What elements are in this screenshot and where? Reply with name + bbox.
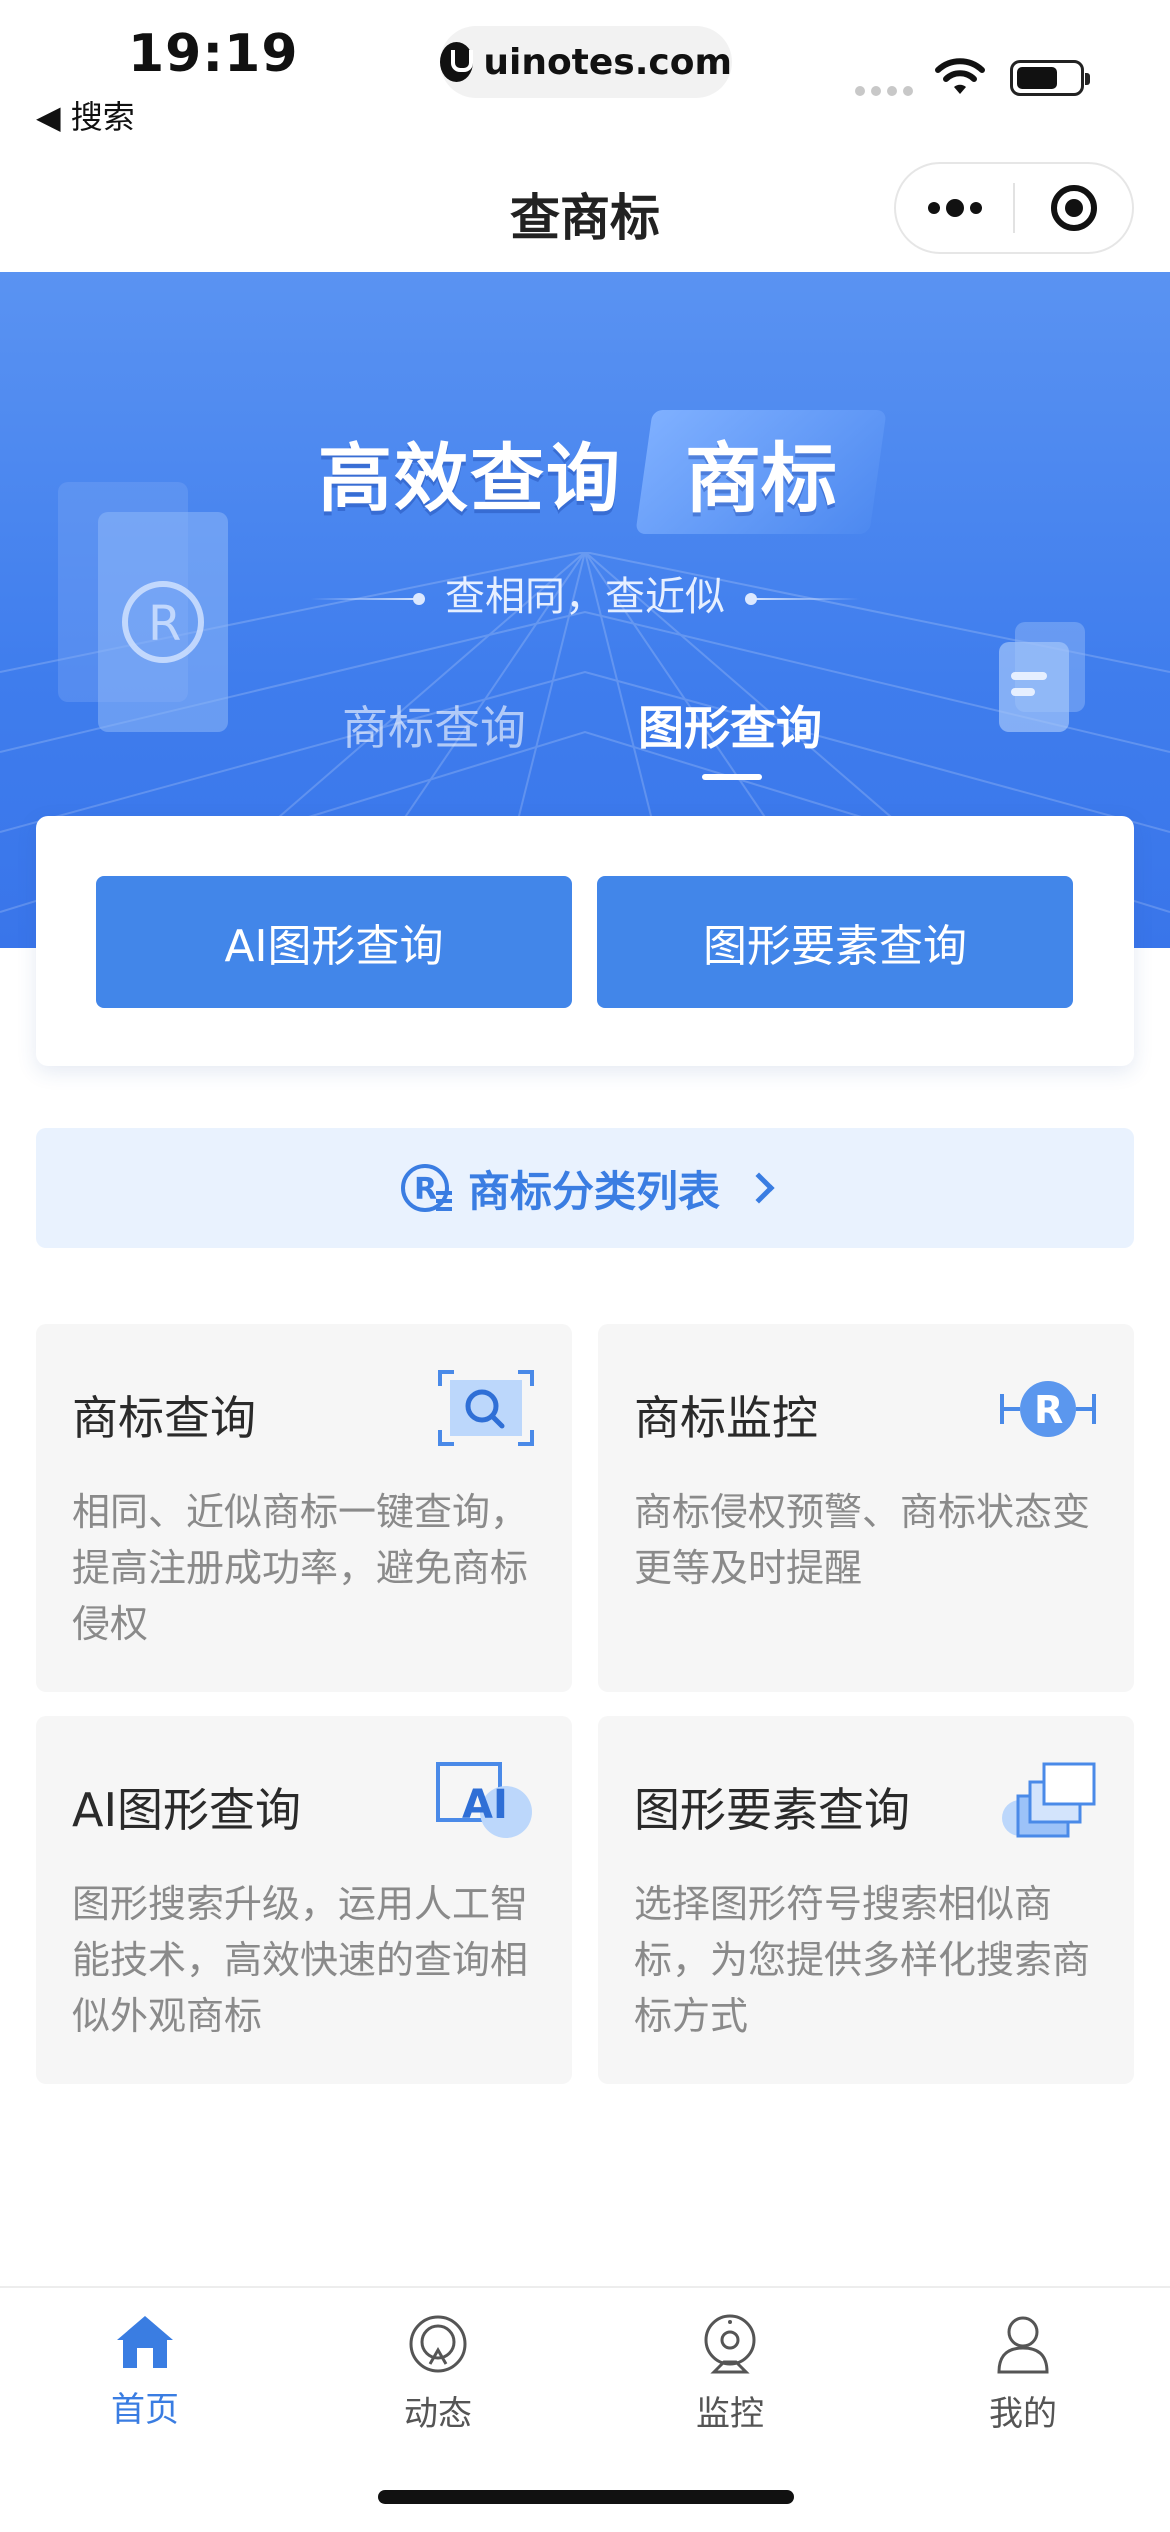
registered-list-icon: R xyxy=(400,1164,452,1212)
feature-desc: 图形搜索升级，运用人工智能技术，高效快速的查询相似外观商标 xyxy=(72,1882,529,2038)
home-indicator[interactable] xyxy=(378,2490,794,2504)
query-card: AI图形查询 图形要素查询 xyxy=(36,816,1134,1066)
feature-desc: 相同、近似商标一键查询，提高注册成功率，避免商标侵权 xyxy=(72,1490,529,1646)
feature-card-trademark-monitor[interactable]: 商标监控 R 商标侵权预警、商标状态变更等及时提醒 xyxy=(598,1324,1134,1692)
ai-icon: AI xyxy=(436,1762,532,1838)
hero-title-highlight: 商标 xyxy=(685,434,837,523)
tab-trademark-query[interactable]: 商标查询 xyxy=(342,692,526,758)
news-icon xyxy=(409,2315,467,2373)
ai-graphic-query-button[interactable]: AI图形查询 xyxy=(96,876,572,1008)
url-text: uinotes.com xyxy=(483,41,732,83)
close-target-icon[interactable] xyxy=(1015,185,1132,231)
tabbar-label: 我的 xyxy=(989,2394,1057,2434)
hero-title: 高效查询 商标 xyxy=(318,410,887,534)
feature-title: 商标查询 xyxy=(72,1391,256,1445)
status-time: 19:19 xyxy=(128,24,299,84)
hero-subtitle-text: 查相同，查近似 xyxy=(445,574,725,620)
feature-title: AI图形查询 xyxy=(72,1783,302,1837)
chat-card-icon xyxy=(999,622,1085,732)
miniprogram-capsule xyxy=(894,162,1134,254)
feature-card-ai-graphic-query[interactable]: AI图形查询 AI 图形搜索升级，运用人工智能技术，高效快速的查询相似外观商标 xyxy=(36,1716,572,2084)
svg-text:AI: AI xyxy=(462,1782,508,1828)
user-icon xyxy=(997,2316,1049,2374)
camera-icon xyxy=(704,2314,756,2374)
cellular-signal-icon xyxy=(855,86,913,96)
graphic-element-query-button[interactable]: 图形要素查询 xyxy=(597,876,1073,1008)
status-bar: 19:19 ◀ 搜索 uinotes.com xyxy=(0,0,1170,150)
tabbar-item-mine[interactable]: 我的 xyxy=(923,2314,1123,2435)
wifi-icon xyxy=(935,58,985,94)
site-logo-icon xyxy=(440,42,474,82)
more-icon[interactable] xyxy=(896,199,1013,217)
url-pill[interactable]: uinotes.com xyxy=(440,26,732,98)
hero-subtitle: 查相同，查近似 xyxy=(0,564,1170,622)
category-list-link[interactable]: R 商标分类列表 xyxy=(36,1128,1134,1248)
feature-desc: 商标侵权预警、商标状态变更等及时提醒 xyxy=(634,1490,1091,1590)
tabbar-label: 动态 xyxy=(404,2394,472,2434)
tab-graphic-query[interactable]: 图形查询 xyxy=(638,692,822,780)
tabbar-item-news[interactable]: 动态 xyxy=(338,2314,538,2435)
tabbar-item-monitor[interactable]: 监控 xyxy=(630,2314,830,2435)
stacked-shapes-icon xyxy=(1002,1762,1096,1838)
registered-monitor-icon: R xyxy=(1000,1381,1096,1437)
battery-icon xyxy=(1010,60,1090,96)
chevron-right-icon xyxy=(743,1172,775,1204)
feature-card-graphic-element-query[interactable]: 图形要素查询 选择图形符号搜索相似商标，为您提供多样化搜索商标方式 xyxy=(598,1716,1134,2084)
svg-text:R: R xyxy=(414,1172,437,1207)
back-to-search[interactable]: ◀ 搜索 xyxy=(36,92,135,138)
feature-title: 商标监控 xyxy=(634,1391,818,1445)
svg-text:R: R xyxy=(1034,1388,1063,1432)
hero-title-main: 高效查询 xyxy=(318,435,622,522)
hero-title-highlight-box: 商标 xyxy=(635,410,887,534)
tabbar-item-home[interactable]: 首页 xyxy=(45,2314,245,2431)
tabbar-label: 监控 xyxy=(696,2394,764,2434)
nav-bar: 查商标 xyxy=(0,150,1170,272)
feature-card-trademark-query[interactable]: 商标查询 相同、近似商标一键查询，提高注册成功率，避免商标侵权 xyxy=(36,1324,572,1692)
tabbar-label: 首页 xyxy=(111,2390,179,2430)
feature-desc: 选择图形符号搜索相似商标，为您提供多样化搜索商标方式 xyxy=(634,1882,1091,2038)
feature-title: 图形要素查询 xyxy=(634,1783,910,1837)
home-icon xyxy=(117,2316,173,2368)
search-frame-icon xyxy=(438,1370,534,1446)
category-list-label: 商标分类列表 xyxy=(467,1166,720,1216)
